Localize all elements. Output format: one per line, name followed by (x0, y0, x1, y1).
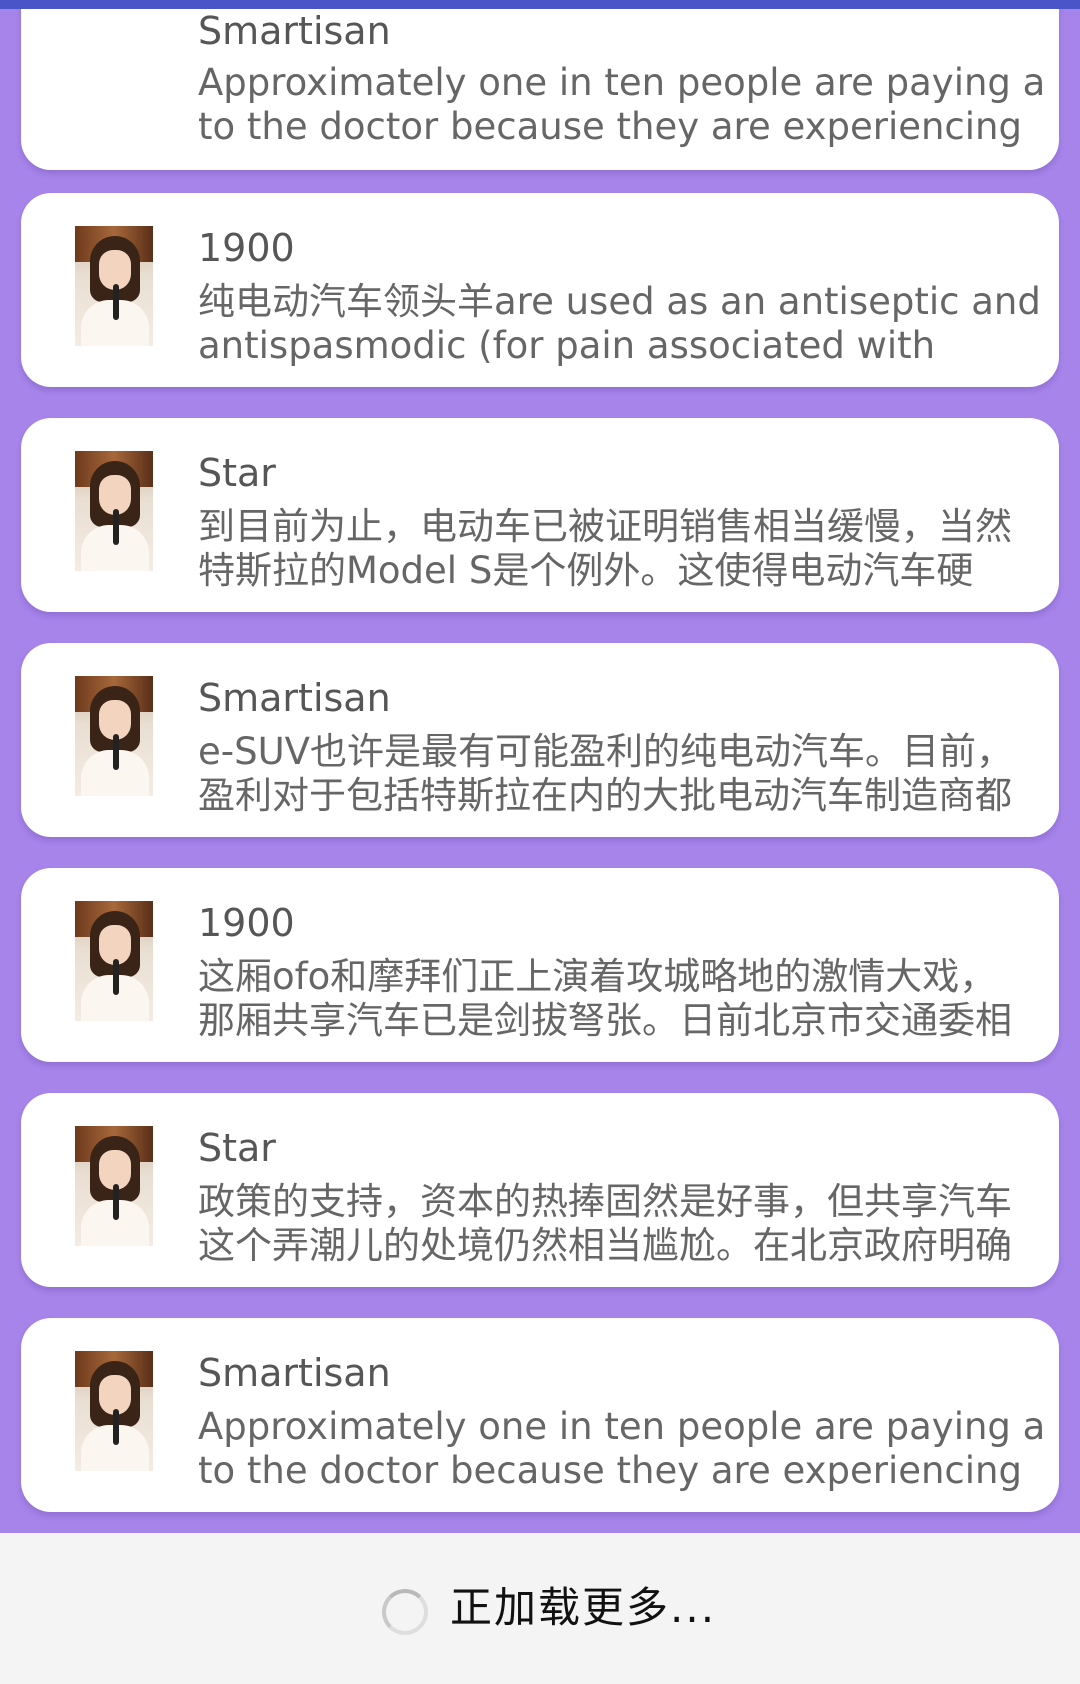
item-title: Smartisan (198, 676, 391, 720)
load-more-footer: 正加载更多... (0, 1533, 1080, 1684)
list-item[interactable]: 1900 纯电动汽车领头羊are used as an antiseptic a… (21, 193, 1059, 387)
list-item[interactable]: Star 到目前为止，电动车已被证明销售相当缓慢，当然 特斯拉的Model S是… (21, 418, 1059, 612)
avatar (75, 1351, 153, 1471)
status-bar (0, 0, 1080, 9)
item-title: Star (198, 451, 276, 495)
item-description-line: to the doctor because they are experienc… (198, 1449, 1022, 1492)
item-title: 1900 (198, 901, 295, 945)
item-description-line: 到目前为止，电动车已被证明销售相当缓慢，当然 (198, 505, 1012, 548)
list-item[interactable]: Star 政策的支持，资本的热捧固然是好事，但共享汽车 这个弄潮儿的处境仍然相当… (21, 1093, 1059, 1287)
item-description-line: Approximately one in ten people are payi… (198, 61, 1048, 104)
item-description-line: 盈利对于包括特斯拉在内的大批电动汽车制造商都 (198, 774, 1012, 817)
item-description: Approximately one in ten people are payi… (198, 1405, 1048, 1493)
list-item[interactable]: Smartisan Approximately one in ten peopl… (21, 1318, 1059, 1512)
item-description-line: 那厢共享汽车已是剑拔弩张。日前北京市交通委相 (198, 999, 1012, 1042)
item-description-line: e-SUV也许是最有可能盈利的纯电动汽车。目前， (198, 730, 1013, 773)
item-description: 政策的支持，资本的热捧固然是好事，但共享汽车 这个弄潮儿的处境仍然相当尴尬。在北… (198, 1180, 1048, 1268)
item-description-line: 纯电动汽车领头羊are used as an antiseptic and (198, 280, 1041, 323)
avatar (75, 1126, 153, 1246)
item-title: 1900 (198, 226, 295, 270)
item-description-line: Approximately one in ten people are payi… (198, 1405, 1048, 1448)
item-description: 纯电动汽车领头羊are used as an antiseptic and an… (198, 280, 1048, 368)
item-description: 这厢ofo和摩拜们正上演着攻城略地的激情大戏， 那厢共享汽车已是剑拔弩张。日前北… (198, 955, 1048, 1043)
avatar (75, 226, 153, 346)
loading-spinner-icon (382, 1589, 428, 1635)
item-list[interactable]: Smartisan Approximately one in ten peopl… (0, 9, 1080, 1533)
item-description: e-SUV也许是最有可能盈利的纯电动汽车。目前， 盈利对于包括特斯拉在内的大批电… (198, 730, 1048, 818)
item-description-line: 这厢ofo和摩拜们正上演着攻城略地的激情大戏， (198, 955, 997, 998)
item-title: Star (198, 1126, 276, 1170)
avatar (75, 451, 153, 571)
item-title: Smartisan (198, 9, 391, 53)
list-item[interactable]: Smartisan e-SUV也许是最有可能盈利的纯电动汽车。目前， 盈利对于包… (21, 643, 1059, 837)
item-description: 到目前为止，电动车已被证明销售相当缓慢，当然 特斯拉的Model S是个例外。这… (198, 505, 1048, 593)
item-description-line: 政策的支持，资本的热捧固然是好事，但共享汽车 (198, 1180, 1012, 1223)
list-item[interactable]: 1900 这厢ofo和摩拜们正上演着攻城略地的激情大戏， 那厢共享汽车已是剑拔弩… (21, 868, 1059, 1062)
item-description-line: antispasmodic (for pain associated with (198, 324, 936, 367)
avatar (75, 676, 153, 796)
item-title: Smartisan (198, 1351, 391, 1395)
item-description: Approximately one in ten people are payi… (198, 61, 1048, 149)
item-description-line: 特斯拉的Model S是个例外。这使得电动汽车硬 (198, 549, 974, 592)
list-item[interactable]: Smartisan Approximately one in ten peopl… (21, 9, 1059, 170)
loading-text: 正加载更多... (450, 1583, 717, 1632)
avatar (75, 901, 153, 1021)
item-description-line: to the doctor because they are experienc… (198, 105, 1022, 148)
item-description-line: 这个弄潮儿的处境仍然相当尴尬。在北京政府明确 (198, 1224, 1012, 1267)
